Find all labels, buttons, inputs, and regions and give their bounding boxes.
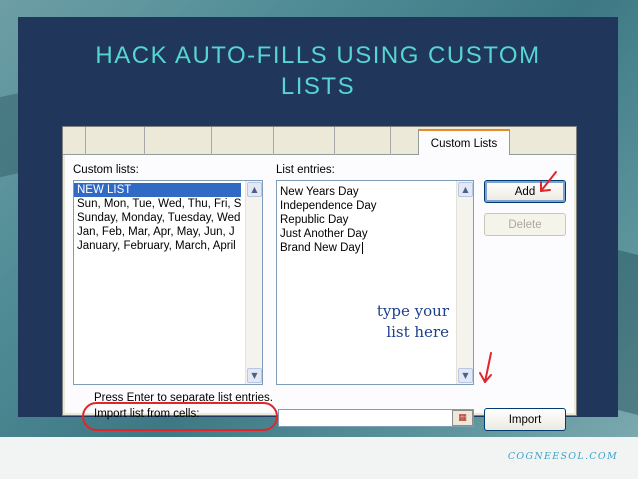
list-entries-label: List entries: (276, 164, 335, 176)
list-item[interactable]: Jan, Feb, Mar, Apr, May, Jun, J (74, 225, 245, 239)
delete-button[interactable]: Delete (484, 213, 566, 236)
scroll-down-icon[interactable]: ▼ (247, 368, 262, 383)
tab-divider (390, 127, 391, 157)
tab-custom-lists[interactable]: Custom Lists (418, 129, 510, 156)
scroll-up-icon[interactable]: ▲ (247, 182, 262, 197)
list-entries-scrollbar[interactable]: ▲ ▼ (456, 181, 473, 384)
list-entry: Republic Day (280, 214, 349, 226)
slide-title-line-2: LISTS (280, 73, 356, 100)
list-entry: Just Another Day (280, 228, 368, 240)
scroll-down-icon[interactable]: ▼ (458, 368, 473, 383)
custom-lists-dialog: Custom Lists Custom lists: List entries:… (62, 126, 577, 431)
custom-lists-label: Custom lists: (73, 164, 139, 176)
custom-lists-scrollbar[interactable]: ▲ ▼ (245, 181, 262, 384)
tab-page: Custom lists: List entries: NEW LIST Sun… (65, 155, 574, 431)
scroll-up-icon[interactable]: ▲ (458, 182, 473, 197)
tab-divider (334, 127, 335, 157)
list-item[interactable]: Sunday, Monday, Tuesday, Wed (74, 211, 245, 225)
list-entry-last: Brand New Day (277, 241, 456, 255)
slide-title: HACK AUTO-FILLS USING CUSTOM LISTS (18, 40, 618, 102)
footer-url: COGNEESOL.COM (507, 451, 618, 462)
list-item[interactable]: Sun, Mon, Tue, Wed, Thu, Fri, S (74, 197, 245, 211)
import-range-input[interactable] (278, 409, 474, 427)
add-button[interactable]: Add (484, 180, 566, 203)
tab-divider (211, 127, 212, 157)
tab-divider (273, 127, 274, 157)
highlight-oval (82, 402, 278, 431)
collapse-dialog-icon[interactable]: ▦ (452, 410, 473, 426)
custom-lists-listbox[interactable]: NEW LIST Sun, Mon, Tue, Wed, Thu, Fri, S… (73, 180, 263, 385)
list-entries-textarea[interactable]: New Years Day Independence Day Republic … (276, 180, 474, 385)
text-caret (361, 241, 363, 254)
annotation-note: type your list here (347, 301, 449, 343)
list-entry: Brand New Day (280, 242, 361, 254)
list-entry: New Years Day (280, 186, 359, 198)
annotation-note-line-2: list here (386, 323, 449, 341)
tab-divider (85, 127, 86, 157)
tab-divider (144, 127, 145, 157)
tab-strip: Custom Lists (63, 127, 576, 157)
list-entry: Independence Day (280, 200, 377, 212)
import-button[interactable]: Import (484, 408, 566, 431)
list-item[interactable]: January, February, March, April (74, 239, 245, 253)
slide-title-line-1: HACK AUTO-FILLS USING CUSTOM (95, 42, 541, 69)
list-item[interactable]: NEW LIST (74, 183, 241, 197)
annotation-note-line-1: type your (376, 302, 449, 320)
